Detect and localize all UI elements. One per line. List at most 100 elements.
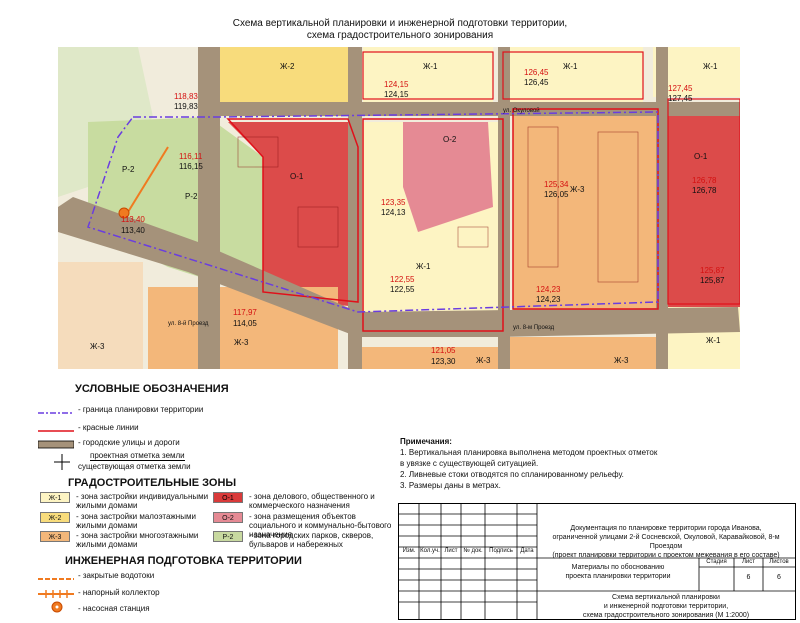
doc-description: Документация по планировке территории го…	[552, 525, 780, 559]
zone-swatch-o2: О-2	[213, 512, 243, 523]
legend-redline-label: - красные линии	[78, 423, 139, 432]
col-header: № док.	[463, 548, 483, 554]
sheets-header: Листов	[769, 559, 789, 565]
legend-exist-elev: существующая отметка земли	[78, 462, 191, 471]
stage-header: Стадия	[706, 559, 727, 565]
map-canvas: Ж-2 Ж-1 Ж-1 Ж-1 О-2 О-1 О-1 Ж-3 Ж-1 Р-2 …	[58, 47, 740, 369]
col-header: Дата	[520, 548, 534, 554]
zones-heading: ГРАДОСТРОИТЕЛЬНЫЕ ЗОНЫ	[68, 477, 237, 489]
svg-text:119,83: 119,83	[174, 102, 198, 111]
zone-swatch-zh1: Ж-1	[40, 492, 70, 503]
svg-text:122,55: 122,55	[390, 275, 415, 284]
legend-pump	[50, 600, 64, 619]
col-header: Кол.уч.	[420, 548, 440, 554]
note-line: 1. Вертикальная планировка выполнена мет…	[400, 448, 658, 457]
legend-elevation	[52, 452, 72, 477]
svg-text:127,45: 127,45	[668, 94, 693, 103]
svg-text:116,15: 116,15	[179, 162, 203, 171]
svg-text:127,45: 127,45	[668, 84, 693, 93]
svg-text:О-1: О-1	[694, 152, 708, 161]
zone-swatch-o1: О-1	[213, 492, 243, 503]
zone-label-zh1: - зона застройки индивидуальными жилыми …	[76, 492, 209, 510]
col-header: Лист	[444, 548, 458, 554]
legend-boundary-label: - граница планировки территории	[78, 405, 204, 414]
svg-text:Ж-1: Ж-1	[416, 262, 431, 271]
svg-text:Ж-3: Ж-3	[90, 342, 105, 351]
notes-heading: Примечания:	[400, 437, 452, 446]
svg-text:125,87: 125,87	[700, 276, 725, 285]
svg-text:113,40: 113,40	[121, 226, 145, 235]
boundary-line-icon	[38, 412, 74, 414]
svg-text:Р-2: Р-2	[122, 165, 135, 174]
legend-culvert-label: - закрытые водотоки	[78, 571, 155, 580]
svg-text:ул. 8-й Проезд: ул. 8-й Проезд	[168, 320, 209, 327]
svg-text:114,05: 114,05	[233, 319, 257, 328]
zone-label-zh3: - зона застройки многоэтажными жилыми до…	[76, 531, 199, 549]
sheet-header: Лист	[741, 559, 756, 565]
note-line: в увязке с существующей ситуацией.	[400, 459, 539, 468]
legend-pump-label: - насосная станция	[78, 604, 150, 613]
legend-heading: УСЛОВНЫЕ ОБОЗНАЧЕНИЯ	[75, 383, 229, 395]
zones-right: О-1 - зона делового, общественного и ком…	[213, 492, 398, 549]
svg-text:124,15: 124,15	[384, 80, 409, 89]
svg-text:ул. Окуловой: ул. Окуловой	[503, 107, 540, 114]
svg-text:Ж-2: Ж-2	[280, 62, 295, 71]
svg-text:Ж-1: Ж-1	[706, 336, 721, 345]
svg-text:124,23: 124,23	[536, 295, 561, 304]
svg-text:124,13: 124,13	[381, 208, 406, 217]
legend-boundary	[38, 404, 74, 422]
svg-text:Ж-3: Ж-3	[570, 185, 585, 194]
zone-swatch-r2: Р-2	[213, 531, 243, 542]
scheme-title: Схема вертикальной планировки и инженерн…	[582, 594, 750, 619]
svg-text:Ж-3: Ж-3	[614, 356, 629, 365]
elevation-mark-icon	[54, 454, 70, 470]
svg-text:Ж-1: Ж-1	[423, 62, 438, 71]
note-line: 3. Размеры даны в метрах.	[400, 481, 501, 490]
zones-left: Ж-1 - зона застройки индивидуальными жил…	[40, 492, 220, 549]
svg-text:123,35: 123,35	[381, 198, 406, 207]
svg-text:122,55: 122,55	[390, 285, 415, 294]
svg-text:Ж-1: Ж-1	[703, 62, 718, 71]
legend-collector-label: - напорный коллектор	[78, 588, 160, 597]
map-title: Схема вертикальной планировки и инженерн…	[232, 18, 568, 41]
svg-text:116,11: 116,11	[179, 152, 203, 161]
svg-text:126,78: 126,78	[692, 186, 717, 195]
svg-text:126,45: 126,45	[524, 68, 549, 77]
materials-title: Материалы по обоснованию проекта планиро…	[565, 564, 671, 580]
svg-text:125,34: 125,34	[544, 180, 569, 189]
col-header: Изм.	[402, 548, 416, 554]
legend-proj-elev: проектная отметка земли	[90, 451, 185, 461]
svg-text:Ж-3: Ж-3	[476, 356, 491, 365]
sheets-count: 6	[777, 574, 781, 581]
svg-text:Ж-1: Ж-1	[563, 62, 578, 71]
svg-text:Р-2: Р-2	[185, 192, 198, 201]
notes: Примечания: 1. Вертикальная планировка в…	[400, 436, 790, 491]
svg-text:123,30: 123,30	[431, 357, 456, 366]
svg-text:124,23: 124,23	[536, 285, 561, 294]
svg-text:О-2: О-2	[443, 135, 457, 144]
svg-text:126,05: 126,05	[544, 190, 569, 199]
col-header: Подпись	[489, 548, 513, 554]
zone-label-zh2: - зона застройки малоэтажными жилыми дом…	[76, 512, 196, 530]
pump-station-icon	[51, 601, 63, 613]
svg-text:126,45: 126,45	[524, 78, 549, 87]
zone-label-r2: - зона городских парков, скверов, бульва…	[249, 531, 374, 549]
zone-label-o1: - зона делового, общественного и коммерч…	[249, 492, 375, 510]
svg-text:О-1: О-1	[290, 172, 304, 181]
svg-text:121,05: 121,05	[431, 346, 456, 355]
culvert-icon	[38, 578, 74, 580]
collector-icon	[38, 590, 74, 598]
eng-heading: ИНЖЕНЕРНАЯ ПОДГОТОВКА ТЕРРИТОРИИ	[65, 555, 302, 567]
svg-text:113,40: 113,40	[121, 215, 145, 224]
svg-text:124,15: 124,15	[384, 90, 409, 99]
svg-text:117,97: 117,97	[233, 308, 257, 317]
title-block: Изм. Кол.уч. Лист № док. Подпись Дата До…	[398, 503, 796, 620]
sheet-number: 6	[746, 574, 751, 581]
svg-text:ул. 8-м Проезд: ул. 8-м Проезд	[513, 325, 555, 331]
red-line-icon	[38, 430, 74, 432]
svg-text:Ж-3: Ж-3	[234, 338, 249, 347]
svg-text:125,87: 125,87	[700, 266, 725, 275]
svg-text:126,78: 126,78	[692, 176, 717, 185]
legend-roads-label: - городские улицы и дороги	[78, 438, 180, 447]
svg-text:118,83: 118,83	[174, 92, 198, 101]
